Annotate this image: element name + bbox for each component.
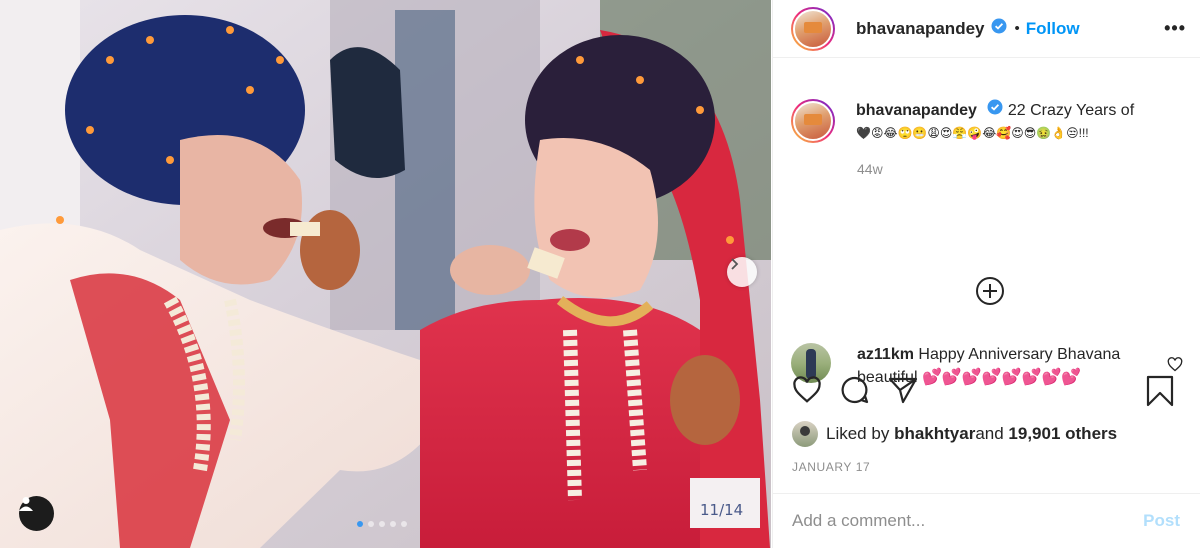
share-button[interactable] bbox=[886, 373, 920, 407]
bookmark-icon bbox=[1146, 375, 1174, 407]
author-username[interactable]: bhavanapandey bbox=[856, 19, 985, 39]
header-separator: • bbox=[1014, 20, 1020, 37]
comment-bubble-icon bbox=[841, 376, 869, 404]
likes-middle: and bbox=[975, 424, 1004, 443]
commenter-username[interactable]: az11km bbox=[857, 346, 914, 363]
tagged-users-button[interactable] bbox=[19, 496, 54, 531]
post-date[interactable]: JANUARY 17 bbox=[792, 460, 870, 474]
heart-outline-icon bbox=[1167, 357, 1183, 372]
author-avatar[interactable] bbox=[791, 6, 835, 51]
comment-composer: Post bbox=[772, 493, 1200, 548]
likes-summary: Liked by bhakhtyar and 19,901 others bbox=[792, 421, 1117, 447]
more-options-button[interactable]: ••• bbox=[1164, 18, 1186, 39]
chevron-right-icon bbox=[731, 258, 739, 270]
caption-text: 22 Crazy Years of bbox=[1007, 102, 1135, 119]
save-button[interactable] bbox=[1146, 375, 1174, 412]
like-button[interactable] bbox=[790, 373, 824, 407]
caption-author-avatar[interactable] bbox=[791, 99, 835, 143]
handwritten-note: 11/14 bbox=[700, 501, 743, 519]
next-photo-button[interactable] bbox=[727, 257, 757, 287]
carousel-indicator bbox=[357, 521, 407, 527]
plus-circle-icon bbox=[976, 277, 1004, 305]
heart-icon bbox=[793, 376, 821, 403]
wedding-photo-illustration: 11/14 bbox=[0, 0, 771, 548]
verified-badge-icon bbox=[991, 18, 1007, 39]
likes-count-link[interactable]: 19,901 others bbox=[1008, 424, 1117, 444]
caption-username[interactable]: bhavanapandey bbox=[856, 102, 977, 119]
verified-badge-icon bbox=[987, 99, 1003, 122]
post-photo[interactable]: 11/14 bbox=[0, 0, 771, 548]
post-actions bbox=[790, 373, 920, 407]
comment-input[interactable] bbox=[792, 511, 1144, 531]
likes-prefix: Liked by bbox=[826, 424, 890, 443]
comments-section: bhavanapandey 22 Crazy Years of 🖤😡😂🙄😬😩😍😤… bbox=[773, 58, 1200, 386]
post-header: bhavanapandey • Follow ••• bbox=[773, 0, 1200, 58]
caption-emojis: 🖤😡😂🙄😬😩😍😤🤪😂🥰😍😎🤢👌😒!!! bbox=[856, 126, 1089, 141]
paper-plane-icon bbox=[888, 377, 918, 404]
carousel-dot bbox=[357, 521, 363, 527]
comment-button[interactable] bbox=[838, 373, 872, 407]
liker-avatar[interactable] bbox=[792, 421, 818, 447]
user-icon bbox=[19, 497, 33, 511]
caption-time[interactable]: 44w bbox=[857, 161, 1182, 177]
liker-username[interactable]: bhakhtyar bbox=[894, 424, 975, 444]
carousel-dot bbox=[401, 521, 407, 527]
follow-button[interactable]: Follow bbox=[1026, 19, 1080, 39]
load-more-comments-button[interactable] bbox=[975, 276, 1005, 311]
carousel-dot bbox=[368, 521, 374, 527]
carousel-dot bbox=[379, 521, 385, 527]
carousel-dot bbox=[390, 521, 396, 527]
caption: bhavanapandey 22 Crazy Years of 🖤😡😂🙄😬😩😍😤… bbox=[791, 58, 1182, 145]
post-comment-button[interactable]: Post bbox=[1143, 511, 1180, 531]
